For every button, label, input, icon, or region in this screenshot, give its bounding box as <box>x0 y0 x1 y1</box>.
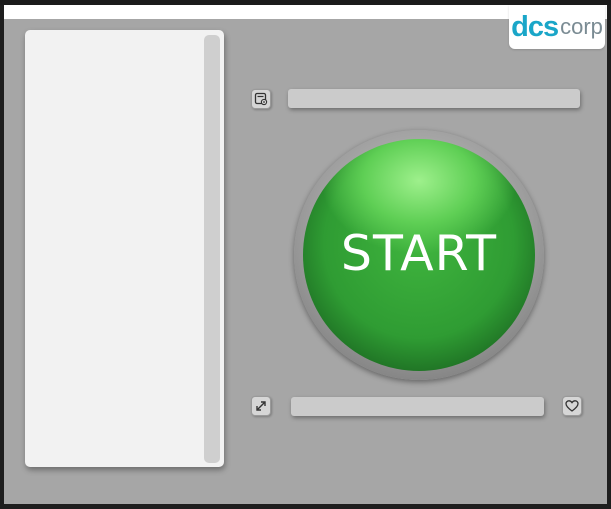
dcs-corp-logo: dcs corp <box>509 5 605 49</box>
expand-arrows-icon <box>256 401 266 411</box>
list-panel[interactable] <box>25 30 224 467</box>
top-text-field[interactable] <box>288 89 580 108</box>
heart-icon <box>565 400 579 412</box>
bottom-text-field[interactable] <box>291 397 544 416</box>
logo-text-dcs: dcs <box>511 10 559 43</box>
start-button-label: START <box>340 224 498 282</box>
settings-button[interactable] <box>251 89 271 109</box>
logo-text-corp: corp <box>560 14 603 39</box>
expand-button[interactable] <box>251 396 271 416</box>
list-scrollbar[interactable] <box>204 35 220 463</box>
favorite-button[interactable] <box>562 396 582 416</box>
gear-document-icon <box>254 92 268 106</box>
start-button[interactable]: START <box>303 139 535 371</box>
